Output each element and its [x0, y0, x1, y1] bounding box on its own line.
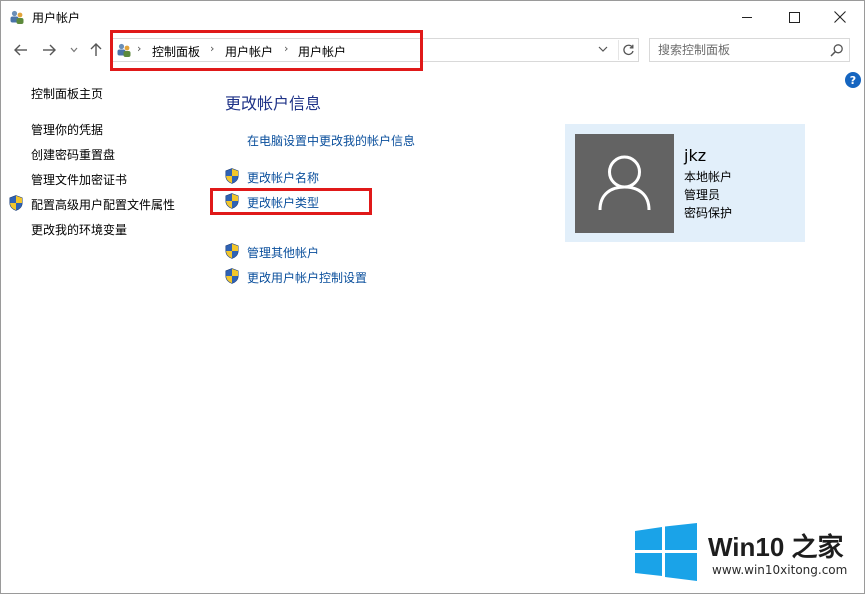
watermark-title: Win10 之家	[708, 532, 844, 562]
title-bar: 用户帐户	[1, 1, 864, 33]
maximize-button[interactable]	[771, 1, 817, 33]
user-accounts-window: 用户帐户 › 控制面板 › 用户帐户 › 用户帐户 搜索控制面板 ? 控制面板主…	[0, 0, 865, 594]
maximize-icon	[788, 11, 800, 23]
avatar	[575, 134, 674, 233]
user-accounts-icon	[10, 10, 24, 24]
user-icon	[598, 155, 651, 211]
search-box[interactable]	[649, 38, 850, 62]
windows-logo-icon	[635, 523, 697, 581]
window-title: 用户帐户	[32, 11, 81, 25]
left-pane	[1, 67, 201, 367]
close-icon	[834, 11, 846, 23]
uac-shield-icon	[225, 243, 239, 259]
left-item-file-encryption-certificates[interactable]: 管理文件加密证书	[31, 171, 127, 188]
uac-shield-icon	[9, 195, 23, 211]
chevron-down-icon	[70, 47, 78, 53]
uac-shield-icon	[225, 168, 239, 184]
close-button[interactable]	[817, 1, 863, 33]
left-item-manage-credentials[interactable]: 管理你的凭据	[31, 121, 103, 138]
arrow-left-icon	[14, 44, 27, 56]
chevron-down-icon	[598, 46, 608, 52]
help-icon[interactable]: ?	[845, 72, 861, 88]
account-card: jkz 本地帐户 管理员 密码保护	[565, 124, 805, 242]
account-password-status: 密码保护	[684, 206, 733, 220]
address-history-button[interactable]	[598, 41, 608, 60]
account-name: jkz	[684, 146, 707, 165]
uac-settings-link[interactable]: 更改用户帐户控制设置	[247, 269, 367, 286]
recent-locations-button[interactable]	[64, 40, 84, 60]
back-button[interactable]	[11, 40, 31, 60]
minimize-icon	[741, 16, 752, 18]
search-input[interactable]	[650, 39, 825, 61]
change-account-name-link[interactable]: 更改帐户名称	[247, 169, 319, 186]
forward-button[interactable]	[39, 40, 59, 60]
left-item-advanced-profile-properties[interactable]: 配置高级用户配置文件属性	[31, 196, 175, 213]
refresh-icon	[623, 44, 634, 55]
page-title: 更改帐户信息	[225, 94, 322, 113]
arrow-up-icon	[90, 43, 102, 56]
account-role: 管理员	[684, 188, 721, 202]
up-button[interactable]	[86, 40, 106, 60]
arrow-right-icon	[43, 44, 56, 56]
minimize-button[interactable]	[724, 1, 770, 33]
account-type: 本地帐户	[684, 170, 733, 184]
left-item-password-reset-disk[interactable]: 创建密码重置盘	[31, 146, 115, 163]
manage-other-accounts-link[interactable]: 管理其他帐户	[247, 244, 319, 261]
address-bar-highlight	[110, 30, 423, 71]
uac-shield-icon	[225, 193, 239, 209]
change-account-type-link[interactable]: 更改帐户类型	[247, 194, 319, 211]
search-icon[interactable]	[830, 43, 844, 57]
watermark-url: www.win10xitong.com	[712, 563, 848, 577]
refresh-button[interactable]	[618, 40, 638, 60]
uac-shield-icon	[225, 268, 239, 284]
left-item-environment-variables[interactable]: 更改我的环境变量	[31, 221, 127, 238]
left-item-control-panel-home[interactable]: 控制面板主页	[31, 85, 103, 102]
pc-settings-link[interactable]: 在电脑设置中更改我的帐户信息	[247, 132, 415, 149]
